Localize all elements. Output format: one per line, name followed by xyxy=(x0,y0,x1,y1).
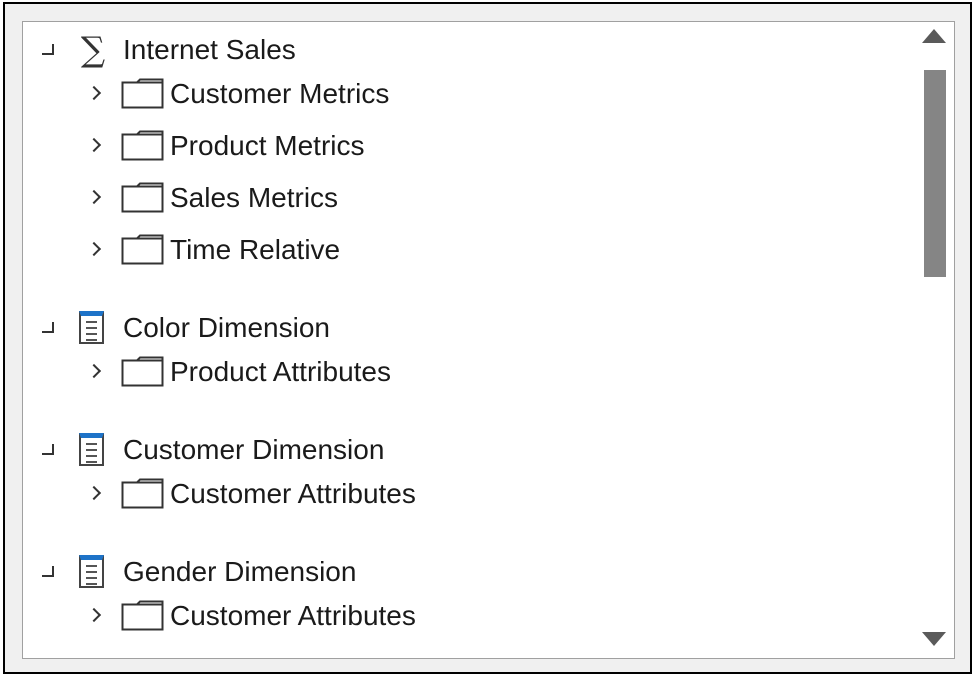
node-label: Product Attributes xyxy=(170,356,392,387)
chevron-right-icon[interactable] xyxy=(86,189,102,205)
tree-node-product-attributes[interactable]: Product Attributes xyxy=(23,352,913,392)
node-label: Time Relative xyxy=(170,234,341,265)
collapse-icon[interactable] xyxy=(42,44,54,55)
scroll-down-arrow-icon[interactable] xyxy=(922,632,946,646)
collapse-icon[interactable] xyxy=(42,566,54,577)
tree-node-sales-metrics[interactable]: Sales Metrics xyxy=(23,178,913,218)
node-label: Customer Dimension xyxy=(123,434,385,465)
sum-icon: ∑ xyxy=(80,30,106,70)
field-list-tree[interactable]: ∑ Internet Sales Customer Metrics Produc… xyxy=(22,21,955,659)
tree-node-internet-sales[interactable]: ∑ Internet Sales xyxy=(23,30,913,70)
table-icon xyxy=(79,433,104,466)
node-label: Customer Metrics xyxy=(170,78,390,109)
folder-icon xyxy=(121,234,164,265)
window-frame: ∑ Internet Sales Customer Metrics Produc… xyxy=(3,2,972,674)
vertical-scrollbar[interactable] xyxy=(916,22,954,658)
tree-node-product-metrics[interactable]: Product Metrics xyxy=(23,126,913,166)
node-label: Color Dimension xyxy=(123,312,330,343)
tree-node-customer-attributes[interactable]: Customer Attributes xyxy=(23,474,913,514)
tree-node-customer-metrics[interactable]: Customer Metrics xyxy=(23,74,913,114)
folder-icon xyxy=(121,356,164,387)
tree-node-gender-dimension[interactable]: Gender Dimension xyxy=(23,552,913,592)
tree-node-color-dimension[interactable]: Color Dimension xyxy=(23,308,913,348)
chevron-right-icon[interactable] xyxy=(86,137,102,153)
node-label: Internet Sales xyxy=(123,34,296,65)
tree-node-customer-dimension[interactable]: Customer Dimension xyxy=(23,430,913,470)
scroll-up-arrow-icon[interactable] xyxy=(922,29,946,43)
node-label: Sales Metrics xyxy=(170,182,339,213)
chevron-right-icon[interactable] xyxy=(86,607,102,623)
tree-node-customer-attributes[interactable]: Customer Attributes xyxy=(23,596,913,636)
folder-icon xyxy=(121,478,164,509)
node-label: Product Metrics xyxy=(170,130,365,161)
node-label: Gender Dimension xyxy=(123,556,357,587)
folder-icon xyxy=(121,78,164,109)
collapse-icon[interactable] xyxy=(42,444,54,455)
node-label: Customer Attributes xyxy=(170,478,416,509)
tree-node-time-relative[interactable]: Time Relative xyxy=(23,230,913,270)
folder-icon xyxy=(121,182,164,213)
scrollbar-thumb[interactable] xyxy=(924,70,946,277)
folder-icon xyxy=(121,130,164,161)
node-label: Customer Attributes xyxy=(170,600,416,631)
collapse-icon[interactable] xyxy=(42,322,54,333)
table-icon xyxy=(79,555,104,588)
chevron-right-icon[interactable] xyxy=(86,241,102,257)
chevron-right-icon[interactable] xyxy=(86,485,102,501)
folder-icon xyxy=(121,600,164,631)
table-icon xyxy=(79,311,104,344)
chevron-right-icon[interactable] xyxy=(86,85,102,101)
chevron-right-icon[interactable] xyxy=(86,363,102,379)
